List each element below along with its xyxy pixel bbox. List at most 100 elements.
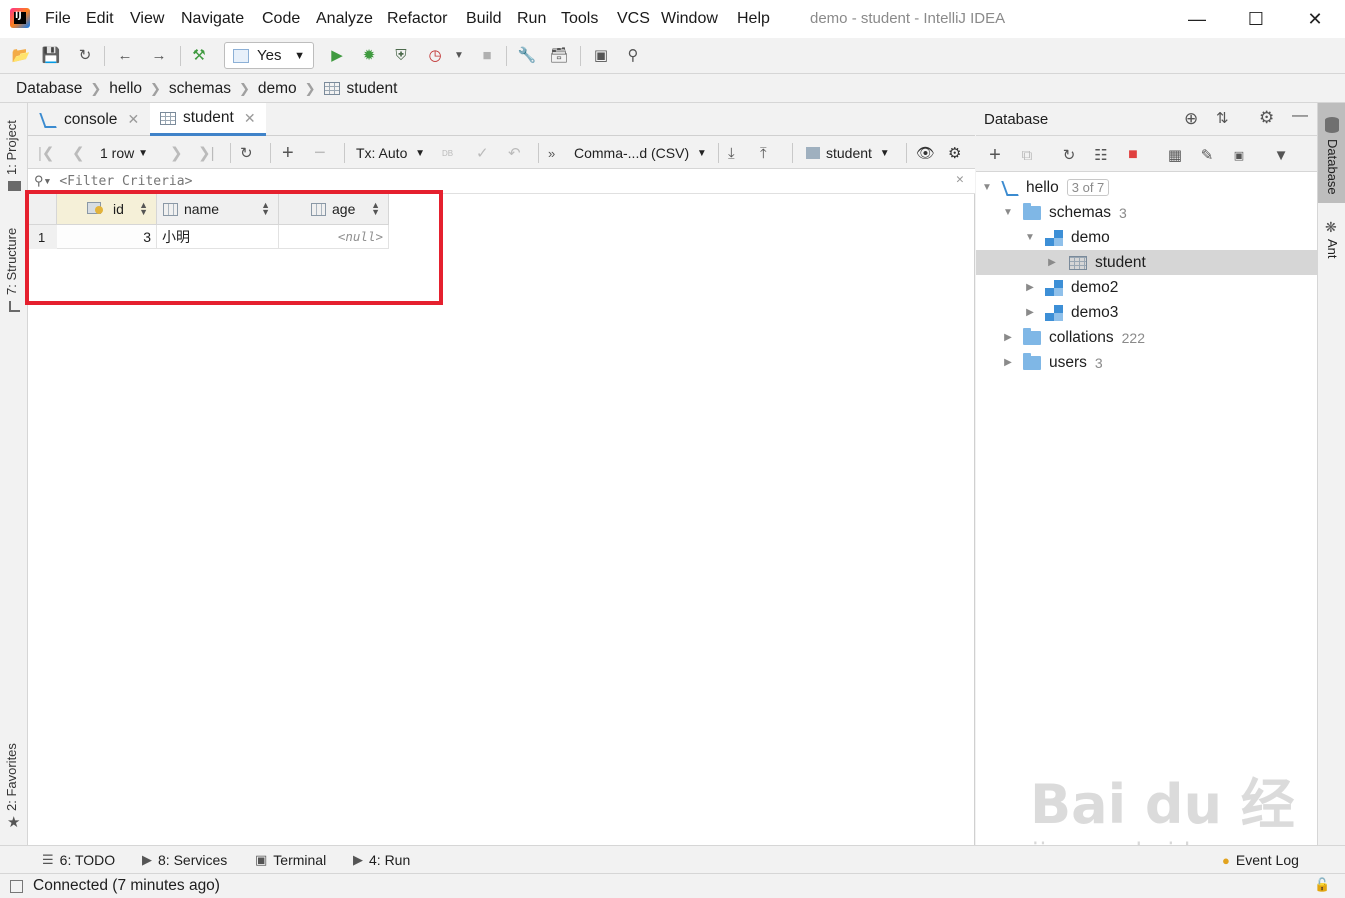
rollback-icon[interactable]: ↶ xyxy=(508,142,521,164)
reload-icon[interactable]: ↻ xyxy=(240,142,253,164)
menu-view[interactable]: View xyxy=(130,10,164,28)
save-icon[interactable]: 💾 xyxy=(40,44,62,66)
open-folder-icon[interactable]: 📂 xyxy=(10,44,32,66)
tree-item-demo2[interactable]: ▶ demo2 xyxy=(976,275,1317,300)
menu-analyze[interactable]: Analyze xyxy=(316,10,373,28)
build-hammer-icon[interactable]: ⚒ xyxy=(188,44,210,66)
maximize-icon[interactable]: ☐ xyxy=(1241,6,1271,32)
delete-row-icon[interactable]: − xyxy=(314,142,326,164)
tree-item-users[interactable]: ▶ users 3 xyxy=(976,350,1317,375)
breadcrumb-demo[interactable]: demo xyxy=(258,80,297,98)
tree-item-demo3[interactable]: ▶ demo3 xyxy=(976,300,1317,325)
breadcrumb-schemas[interactable]: schemas xyxy=(169,80,231,98)
status-toggle-icon[interactable] xyxy=(10,879,23,893)
todo-tool-button[interactable]: ☰ 6: TODO xyxy=(42,852,115,868)
structure-tool-button[interactable]: 7: Structure xyxy=(4,228,19,295)
menu-window[interactable]: Window xyxy=(661,10,718,28)
expand-arrow-icon[interactable]: ▶ xyxy=(1045,257,1059,268)
event-log-button[interactable]: ● Event Log xyxy=(1222,852,1299,868)
add-datasource-icon[interactable]: + xyxy=(984,144,1006,166)
tx-mode-select[interactable]: Tx: Auto ▼ xyxy=(356,142,425,164)
expand-arrow-icon[interactable]: ▶ xyxy=(1001,357,1015,368)
duplicate-icon[interactable]: ⧉ xyxy=(1016,144,1038,166)
schema-settings-icon[interactable]: ☷ xyxy=(1090,144,1112,166)
run-tool-button[interactable]: ▶ 4: Run xyxy=(353,852,410,868)
export-format-select[interactable]: Comma-...d (CSV) ▼ xyxy=(574,142,707,164)
gear-icon[interactable]: ⚙ xyxy=(1259,108,1274,128)
chevron-down-icon[interactable]: ▼ xyxy=(448,44,470,66)
tab-student[interactable]: student ✕ xyxy=(150,103,266,136)
menu-help[interactable]: Help xyxy=(737,10,770,28)
close-tab-icon[interactable]: ✕ xyxy=(127,111,139,128)
collapse-all-icon[interactable]: ⇅ xyxy=(1216,109,1229,127)
tree-item-schemas[interactable]: ▼ schemas 3 xyxy=(976,200,1317,225)
back-icon[interactable]: ← xyxy=(114,44,136,66)
project-structure-icon[interactable]: 🗃 xyxy=(548,44,570,66)
menu-refactor[interactable]: Refactor xyxy=(387,10,447,28)
refresh-icon[interactable]: ↻ xyxy=(1058,144,1080,166)
lock-icon[interactable]: 🔓 xyxy=(1314,877,1330,893)
menu-navigate[interactable]: Navigate xyxy=(181,10,244,28)
breadcrumb-student[interactable]: student xyxy=(347,80,398,98)
table-view-icon[interactable]: ▦ xyxy=(1164,144,1186,166)
menu-build[interactable]: Build xyxy=(466,10,502,28)
terminal-window-icon[interactable]: ▣ xyxy=(590,44,612,66)
first-page-icon[interactable]: |❮ xyxy=(38,142,54,164)
sync-icon[interactable]: ↻ xyxy=(74,44,96,66)
row-count-select[interactable]: 1 row ▼ xyxy=(100,142,148,164)
menu-vcs[interactable]: VCS xyxy=(617,10,650,28)
menu-code[interactable]: Code xyxy=(262,10,300,28)
close-window-icon[interactable]: ✕ xyxy=(1300,6,1330,32)
menu-file[interactable]: File xyxy=(45,10,71,28)
expand-arrow-icon[interactable]: ▶ xyxy=(1023,282,1037,293)
commit-check-icon[interactable]: ✓ xyxy=(476,142,489,164)
tree-item-demo[interactable]: ▼ demo xyxy=(976,225,1317,250)
submit-db-icon[interactable]: DB xyxy=(442,142,453,164)
more-actions-icon[interactable]: » xyxy=(548,142,555,164)
database-tool-button[interactable]: Database xyxy=(1325,139,1340,195)
services-tool-button[interactable]: ▶ 8: Services xyxy=(142,852,227,868)
next-page-icon[interactable]: ❯ xyxy=(170,142,183,164)
edit-pencil-icon[interactable]: ✎ xyxy=(1196,144,1218,166)
tree-item-hello[interactable]: ▼ hello 3 of 7 xyxy=(976,175,1317,200)
wrench-settings-icon[interactable]: 🔧 xyxy=(516,44,538,66)
forward-icon[interactable]: → xyxy=(148,44,170,66)
gear-icon[interactable]: ⚙ xyxy=(948,142,961,164)
favorites-tool-button[interactable]: 2: Favorites xyxy=(4,743,19,811)
locate-icon[interactable]: ⊕ xyxy=(1184,109,1198,129)
clear-filter-icon[interactable]: ✕ xyxy=(956,172,964,187)
add-row-icon[interactable]: + xyxy=(282,142,294,164)
menu-edit[interactable]: Edit xyxy=(86,10,114,28)
close-tab-icon[interactable]: ✕ xyxy=(244,110,256,127)
run-config-select[interactable]: Yes ▼ xyxy=(224,42,314,69)
menu-tools[interactable]: Tools xyxy=(561,10,598,28)
previous-page-icon[interactable]: ❮ xyxy=(72,142,85,164)
project-tool-button[interactable]: 1: Project xyxy=(4,120,19,175)
expand-arrow-icon[interactable]: ▼ xyxy=(980,182,994,193)
breadcrumb-database[interactable]: Database xyxy=(16,80,82,98)
search-icon[interactable]: ⚲ xyxy=(622,44,644,66)
hide-panel-icon[interactable]: — xyxy=(1292,107,1308,125)
expand-arrow-icon[interactable]: ▶ xyxy=(1023,307,1037,318)
filter-funnel-icon[interactable]: ▼ xyxy=(1270,144,1292,166)
tree-item-student[interactable]: ▶ student xyxy=(976,250,1317,275)
upload-icon[interactable]: ⤒ xyxy=(760,142,767,164)
table-select[interactable]: student ▼ xyxy=(806,142,890,164)
tree-item-collations[interactable]: ▶ collations 222 xyxy=(976,325,1317,350)
expand-arrow-icon[interactable]: ▼ xyxy=(1023,232,1037,243)
download-icon[interactable]: ⤓ xyxy=(728,142,735,164)
last-page-icon[interactable]: ❯| xyxy=(198,142,214,164)
run-icon[interactable]: ▶ xyxy=(326,44,348,66)
ant-tool-button[interactable]: Ant xyxy=(1325,239,1340,259)
debug-icon[interactable]: ✹ xyxy=(358,44,380,66)
expand-arrow-icon[interactable]: ▶ xyxy=(1001,332,1015,343)
filter-input[interactable] xyxy=(59,173,940,189)
profile-icon[interactable]: ◷ xyxy=(424,44,446,66)
menu-run[interactable]: Run xyxy=(517,10,546,28)
minimize-icon[interactable]: — xyxy=(1182,6,1212,32)
tab-console[interactable]: console ✕ xyxy=(30,103,149,136)
stop-icon[interactable]: ■ xyxy=(476,44,498,66)
query-console-icon[interactable]: ▣ xyxy=(1228,144,1250,166)
breadcrumb-hello[interactable]: hello xyxy=(109,80,142,98)
disconnect-stop-icon[interactable]: ■ xyxy=(1122,144,1144,166)
